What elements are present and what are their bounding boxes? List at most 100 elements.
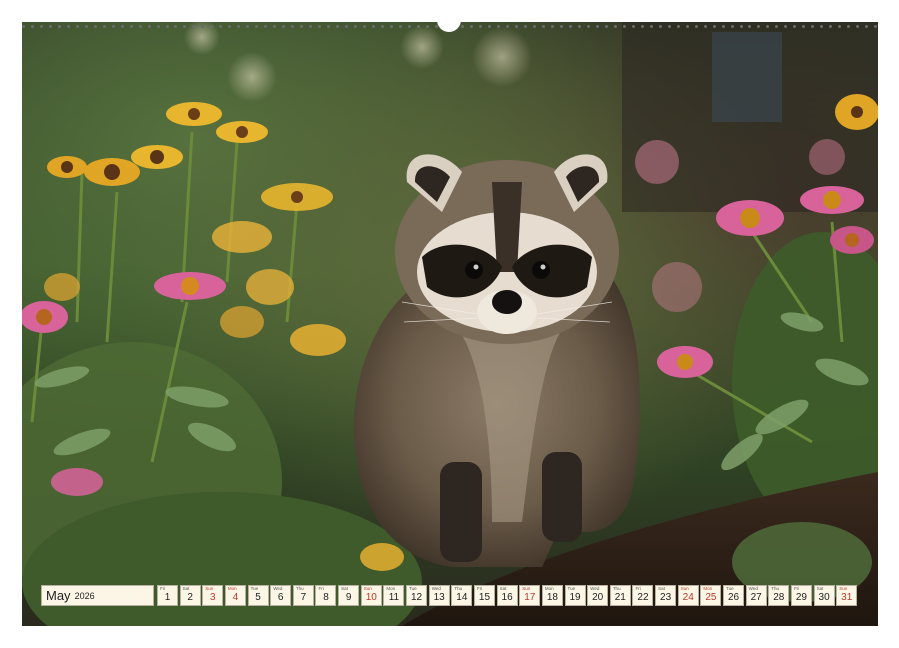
binding-hole xyxy=(166,25,169,28)
binding-hole xyxy=(121,25,124,28)
day-cell: Fri15 xyxy=(474,585,495,606)
binding-hole xyxy=(354,25,357,28)
binding-hole xyxy=(551,25,554,28)
day-number: 15 xyxy=(475,592,494,604)
day-number: 2 xyxy=(181,592,200,604)
binding-hole xyxy=(479,25,482,28)
binding-hole xyxy=(255,25,258,28)
day-number: 23 xyxy=(656,592,675,604)
day-number: 27 xyxy=(747,592,766,604)
binding-hole xyxy=(596,25,599,28)
day-number: 14 xyxy=(452,592,471,604)
binding-hole xyxy=(67,25,70,28)
day-number: 13 xyxy=(430,592,449,604)
binding-hole xyxy=(300,25,303,28)
binding-hole xyxy=(76,25,79,28)
binding-hole xyxy=(650,25,653,28)
binding-hole xyxy=(668,25,671,28)
day-cell: Mon11 xyxy=(383,585,404,606)
day-number: 5 xyxy=(249,592,268,604)
binding-hole xyxy=(731,25,734,28)
binding-hole xyxy=(219,25,222,28)
binding-hole xyxy=(713,25,716,28)
day-cell: Thu7 xyxy=(293,585,314,606)
binding-hole xyxy=(641,25,644,28)
binding-hole xyxy=(130,25,133,28)
binding-hole xyxy=(748,25,751,28)
day-number: 25 xyxy=(701,592,720,604)
binding-hole xyxy=(488,25,491,28)
binding-hole xyxy=(318,25,321,28)
binding-hole xyxy=(766,25,769,28)
binding-hole xyxy=(327,25,330,28)
binding-hole xyxy=(183,25,186,28)
day-cell: Fri22 xyxy=(632,585,653,606)
binding-hole xyxy=(399,25,402,28)
day-cell: Mon4 xyxy=(225,585,246,606)
calendar-page: May 2026 Fri1Sat2Sun3Mon4Tue5Wed6Thu7Fri… xyxy=(0,0,899,648)
binding-hole xyxy=(677,25,680,28)
binding-hole xyxy=(802,25,805,28)
day-number: 6 xyxy=(271,592,290,604)
binding-hole xyxy=(757,25,760,28)
binding-hole xyxy=(605,25,608,28)
binding-hole xyxy=(829,25,832,28)
binding-hole xyxy=(515,25,518,28)
day-number: 1 xyxy=(158,592,177,604)
binding-hole xyxy=(695,25,698,28)
binding-hole xyxy=(345,25,348,28)
binding-hole xyxy=(148,25,151,28)
binding-hole xyxy=(417,25,420,28)
binding-hole xyxy=(201,25,204,28)
day-number: 16 xyxy=(498,592,517,604)
day-number: 24 xyxy=(679,592,698,604)
binding-hole xyxy=(390,25,393,28)
binding-hole xyxy=(659,25,662,28)
binding-hole xyxy=(587,25,590,28)
month-name: May xyxy=(46,588,71,603)
day-cell: Tue26 xyxy=(723,585,744,606)
binding-hole xyxy=(210,25,213,28)
binding-hole xyxy=(856,25,859,28)
binding-hole xyxy=(614,25,617,28)
binding-hole xyxy=(524,25,527,28)
binding-hole xyxy=(506,25,509,28)
year-label: 2026 xyxy=(75,591,95,601)
day-cell: Tue19 xyxy=(565,585,586,606)
day-number: 4 xyxy=(226,592,245,604)
binding-hole xyxy=(408,25,411,28)
day-number: 26 xyxy=(724,592,743,604)
binding-hole xyxy=(336,25,339,28)
day-cell: Thu14 xyxy=(451,585,472,606)
binding-hole xyxy=(192,25,195,28)
month-label-box: May 2026 xyxy=(41,585,154,606)
binding-hole xyxy=(228,25,231,28)
binding-hole xyxy=(157,25,160,28)
binding-hole xyxy=(31,25,34,28)
day-number: 28 xyxy=(769,592,788,604)
binding-hole xyxy=(363,25,366,28)
binding-hole xyxy=(704,25,707,28)
day-number: 19 xyxy=(566,592,585,604)
binding-hole xyxy=(264,25,267,28)
day-cell: Fri29 xyxy=(791,585,812,606)
binding-hole xyxy=(865,25,868,28)
binding-hole xyxy=(237,25,240,28)
binding-hole xyxy=(112,25,115,28)
binding-hole xyxy=(103,25,106,28)
binding-hole xyxy=(722,25,725,28)
binding-hole xyxy=(784,25,787,28)
binding-hole xyxy=(174,25,177,28)
binding-hole xyxy=(40,25,43,28)
binding-hole xyxy=(273,25,276,28)
binding-hole xyxy=(533,25,536,28)
binding-hole xyxy=(85,25,88,28)
day-number: 7 xyxy=(294,592,313,604)
day-cell: Sat2 xyxy=(180,585,201,606)
binding-hole xyxy=(847,25,850,28)
binding-hole xyxy=(623,25,626,28)
day-cell: Wed27 xyxy=(746,585,767,606)
day-cell: Wed13 xyxy=(429,585,450,606)
day-cell: Mon18 xyxy=(542,585,563,606)
day-cell: Wed20 xyxy=(587,585,608,606)
